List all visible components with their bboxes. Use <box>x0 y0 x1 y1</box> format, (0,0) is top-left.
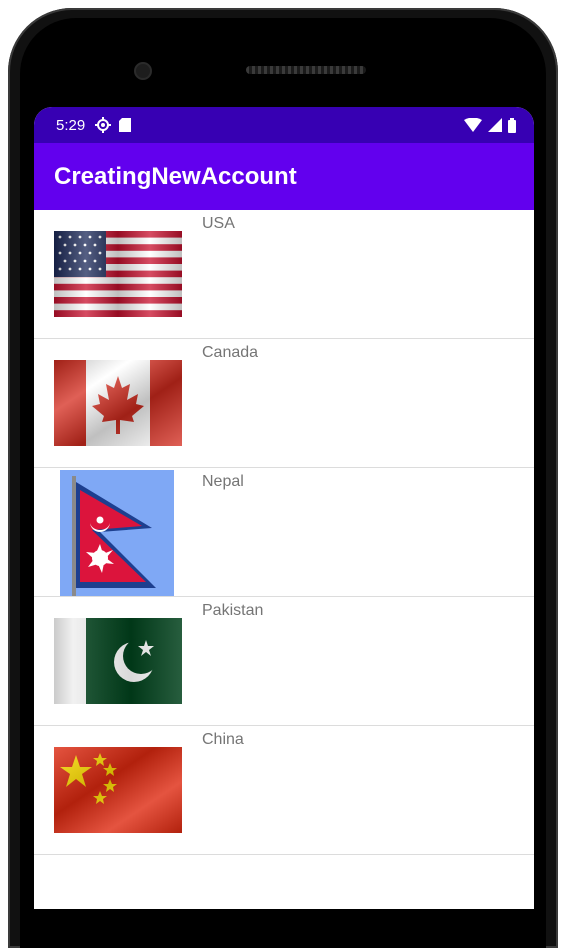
country-name: Nepal <box>202 473 244 490</box>
pakistan-flag-icon <box>54 618 182 704</box>
settings-icon <box>95 117 112 133</box>
status-right-icons <box>464 117 516 133</box>
list-item[interactable]: Pakistan <box>34 597 534 726</box>
country-name: USA <box>202 215 235 232</box>
canada-flag-icon <box>54 360 182 446</box>
list-item[interactable]: China <box>34 726 534 855</box>
list-item[interactable]: Nepal <box>34 468 534 597</box>
wifi-icon <box>464 118 482 132</box>
sd-card-icon <box>119 118 132 132</box>
signal-icon <box>488 118 502 132</box>
status-time: 5:29 <box>56 116 86 134</box>
list-item[interactable]: USA <box>34 210 534 339</box>
china-flag-icon <box>54 747 182 833</box>
earpiece-speaker <box>246 66 366 74</box>
status-bar: 5:29 <box>34 107 534 143</box>
usa-flag-icon <box>54 231 182 317</box>
country-name: China <box>202 731 244 748</box>
app-bar: CreatingNewAccount <box>34 143 534 210</box>
country-name: Pakistan <box>202 602 264 619</box>
app-title: CreatingNewAccount <box>54 162 297 190</box>
front-camera <box>134 62 152 80</box>
battery-icon <box>508 117 516 133</box>
country-name: Canada <box>202 344 259 361</box>
country-list[interactable]: USA Canada Nepal Pakistan China <box>34 210 534 855</box>
nepal-flag-icon <box>60 470 174 596</box>
list-item[interactable]: Canada <box>34 339 534 468</box>
app-screen: 5:29 CreatingNewAccount USA Canada Nepal… <box>34 107 534 909</box>
